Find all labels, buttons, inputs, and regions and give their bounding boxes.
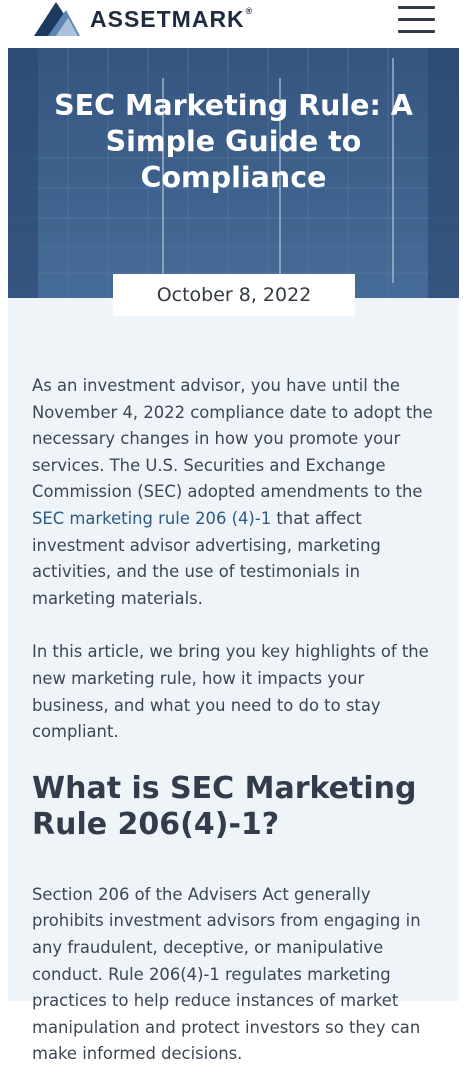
assetmark-logo-mark-icon	[34, 2, 80, 36]
assetmark-logo[interactable]: ASSETMARK®	[32, 0, 253, 38]
site-header: ASSETMARK®	[0, 0, 474, 48]
brand-name: ASSETMARK®	[90, 5, 254, 32]
page-title: SEC Marketing Rule: A Simple Guide to Co…	[54, 89, 413, 194]
highlights-paragraph: In this article, we bring you key highli…	[32, 642, 429, 742]
publish-date: October 8, 2022	[113, 274, 355, 316]
hamburger-menu-button[interactable]	[398, 4, 438, 34]
section-paragraph: Section 206 of the Advisers Act generall…	[32, 884, 421, 1064]
hamburger-menu-icon	[398, 6, 435, 9]
intro-paragraph: As an investment advisor, you have until…	[32, 376, 433, 608]
section-heading: What is SEC Marketing Rule 206(4)-1?	[32, 770, 417, 842]
sec-marketing-rule-link[interactable]: SEC marketing rule 206 (4)-1	[32, 509, 271, 528]
hero-banner: SEC Marketing Rule: A Simple Guide to Co…	[8, 48, 459, 298]
article-body: As an investment advisor, you have until…	[32, 373, 444, 1068]
